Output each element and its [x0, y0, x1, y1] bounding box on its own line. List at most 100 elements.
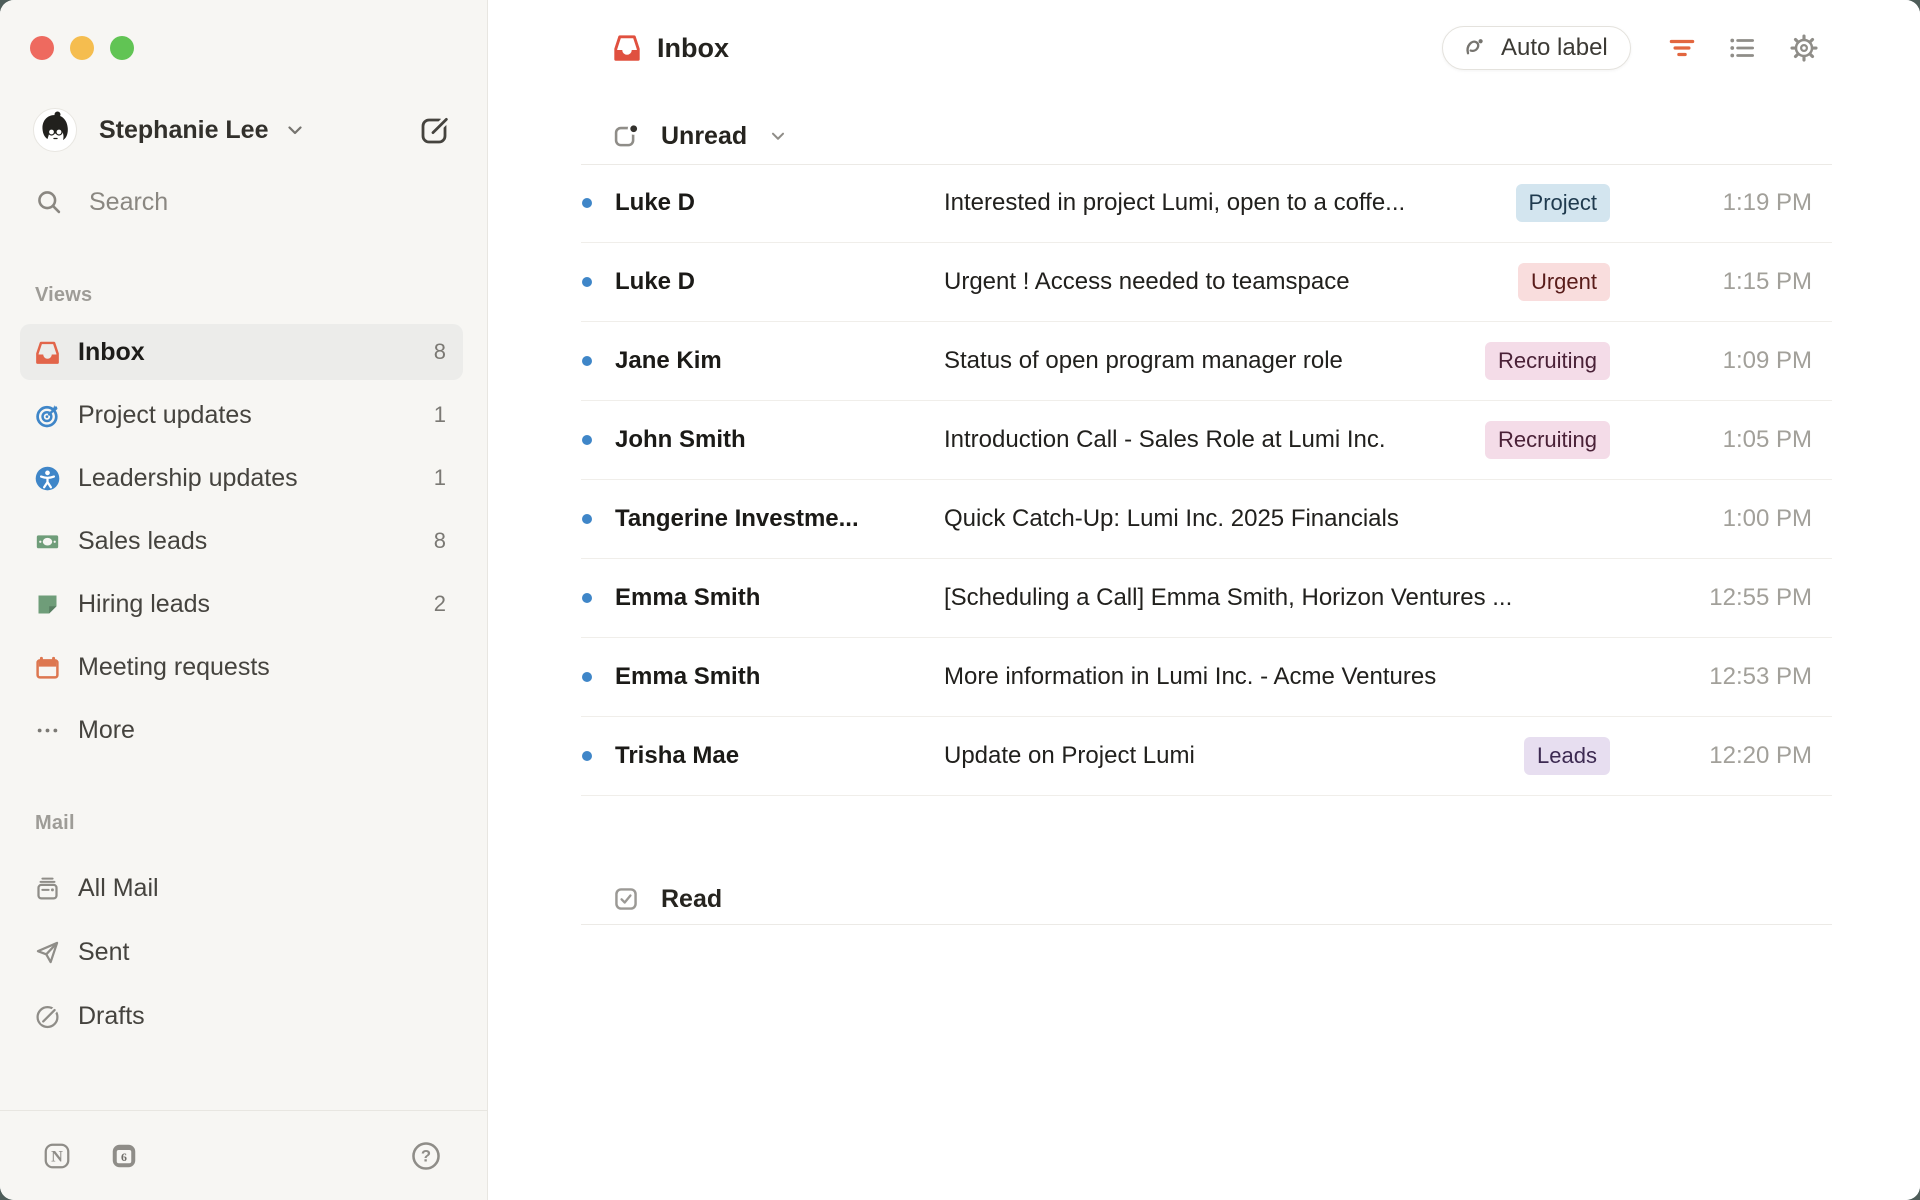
email-time: 12:55 PM — [1702, 584, 1812, 612]
close-window-button[interactable] — [30, 36, 54, 60]
sidebar-item-inbox[interactable]: Inbox 8 — [20, 324, 463, 380]
sidebar-item-more[interactable]: More — [20, 702, 463, 758]
read-section-header[interactable]: Read — [581, 874, 1832, 925]
sidebar-item-label: Drafts — [78, 1002, 145, 1031]
views-section-label: Views — [35, 284, 92, 307]
unread-dot — [582, 277, 592, 287]
search-button[interactable]: Search — [35, 184, 168, 220]
unread-dot — [582, 198, 592, 208]
unread-section-header[interactable]: Unread — [581, 108, 1832, 165]
email-row[interactable]: John Smith Introduction Call - Sales Rol… — [581, 401, 1832, 480]
email-list: Luke D Interested in project Lumi, open … — [581, 164, 1832, 796]
unread-dot — [582, 435, 592, 445]
read-section-label: Read — [661, 885, 722, 914]
window-controls — [30, 36, 134, 60]
compose-button[interactable] — [419, 114, 451, 146]
email-time: 1:15 PM — [1702, 268, 1812, 296]
sidebar-item-label: Sent — [78, 938, 129, 967]
search-icon — [35, 188, 63, 216]
email-sender: Tangerine Investme... — [615, 505, 944, 533]
email-time: 12:20 PM — [1702, 742, 1812, 770]
account-switcher[interactable]: Stephanie Lee — [33, 106, 451, 154]
sidebar-item-label: Leadership updates — [78, 464, 298, 493]
sidebar: Stephanie Lee Search Views — [0, 0, 488, 1200]
list-view-button[interactable] — [1727, 33, 1757, 63]
email-time: 1:00 PM — [1702, 505, 1812, 533]
email-row[interactable]: Trisha Mae Update on Project Lumi Leads … — [581, 717, 1832, 796]
zoom-window-button[interactable] — [110, 36, 134, 60]
email-sender: Trisha Mae — [615, 742, 944, 770]
main-content: Inbox Auto label — [488, 0, 1920, 1200]
sidebar-item-meeting-requests[interactable]: Meeting requests — [20, 639, 463, 695]
help-icon: ? — [410, 1140, 442, 1172]
chevron-down-icon[interactable] — [767, 125, 789, 147]
email-row[interactable]: Luke D Urgent ! Access needed to teamspa… — [581, 243, 1832, 322]
app-window: Stephanie Lee Search Views — [0, 0, 1920, 1200]
auto-label-text: Auto label — [1501, 34, 1608, 62]
send-icon — [34, 939, 61, 966]
email-sender: Jane Kim — [615, 347, 944, 375]
email-subject: Urgent ! Access needed to teamspace — [944, 268, 1518, 296]
inbox-icon — [612, 33, 642, 63]
sidebar-item-hiring-leads[interactable]: Hiring leads 2 — [20, 576, 463, 632]
email-subject: Introduction Call - Sales Role at Lumi I… — [944, 426, 1485, 454]
sidebar-item-sent[interactable]: Sent — [20, 924, 463, 980]
email-subject: Quick Catch-Up: Lumi Inc. 2025 Financial… — [944, 505, 1702, 533]
calendar-app-icon: 6 — [109, 1141, 139, 1171]
accessibility-icon — [34, 465, 61, 492]
email-sender: Emma Smith — [615, 663, 944, 691]
sidebar-item-count: 1 — [434, 465, 446, 491]
email-row[interactable]: Emma Smith More information in Lumi Inc.… — [581, 638, 1832, 717]
sidebar-item-label: Sales leads — [78, 527, 207, 556]
email-row[interactable]: Luke D Interested in project Lumi, open … — [581, 164, 1832, 243]
sidebar-item-project-updates[interactable]: Project updates 1 — [20, 387, 463, 443]
email-subject: Status of open program manager role — [944, 347, 1485, 375]
filter-button[interactable] — [1667, 33, 1697, 63]
user-name: Stephanie Lee — [99, 116, 269, 145]
views-nav: Inbox 8 Project updates 1 — [20, 324, 463, 765]
unread-dot — [582, 672, 592, 682]
email-time: 12:53 PM — [1702, 663, 1812, 691]
compose-icon — [419, 114, 451, 146]
list-icon — [1727, 33, 1757, 63]
email-row[interactable]: Jane Kim Status of open program manager … — [581, 322, 1832, 401]
avatar — [33, 108, 77, 152]
notion-calendar-button[interactable]: 6 — [109, 1141, 139, 1171]
email-row[interactable]: Tangerine Investme... Quick Catch-Up: Lu… — [581, 480, 1832, 559]
sidebar-item-drafts[interactable]: Drafts — [20, 988, 463, 1044]
svg-text:?: ? — [421, 1146, 431, 1165]
inbox-icon — [34, 339, 61, 366]
email-sender: John Smith — [615, 426, 944, 454]
settings-button[interactable] — [1789, 33, 1819, 63]
sidebar-item-sales-leads[interactable]: Sales leads 8 — [20, 513, 463, 569]
email-time: 1:19 PM — [1702, 189, 1812, 217]
label-badge: Leads — [1524, 737, 1610, 775]
drafts-icon — [34, 1003, 61, 1030]
email-sender: Luke D — [615, 268, 944, 296]
all-mail-icon — [34, 875, 61, 902]
auto-label-button[interactable]: Auto label — [1442, 26, 1631, 70]
sidebar-item-leadership-updates[interactable]: Leadership updates 1 — [20, 450, 463, 506]
label-badge: Recruiting — [1485, 342, 1610, 380]
unread-dot — [582, 593, 592, 603]
svg-text:N: N — [51, 1147, 63, 1165]
sidebar-item-label: Hiring leads — [78, 590, 210, 619]
unread-section-label: Unread — [661, 122, 747, 151]
sidebar-item-count: 2 — [434, 591, 446, 617]
read-checkbox-icon — [612, 885, 640, 913]
unread-dot — [582, 514, 592, 524]
email-sender: Emma Smith — [615, 584, 944, 612]
filter-icon — [1667, 33, 1697, 63]
sidebar-item-all-mail[interactable]: All Mail — [20, 860, 463, 916]
email-sender: Luke D — [615, 189, 944, 217]
unread-dot — [582, 751, 592, 761]
notion-logo-button[interactable]: N — [42, 1141, 72, 1171]
minimize-window-button[interactable] — [70, 36, 94, 60]
unread-icon — [612, 122, 640, 150]
unread-dot — [582, 356, 592, 366]
help-button[interactable]: ? — [410, 1140, 442, 1172]
money-icon — [34, 528, 61, 555]
sidebar-item-count: 1 — [434, 402, 446, 428]
auto-label-icon — [1461, 34, 1489, 62]
email-row[interactable]: Emma Smith [Scheduling a Call] Emma Smit… — [581, 559, 1832, 638]
